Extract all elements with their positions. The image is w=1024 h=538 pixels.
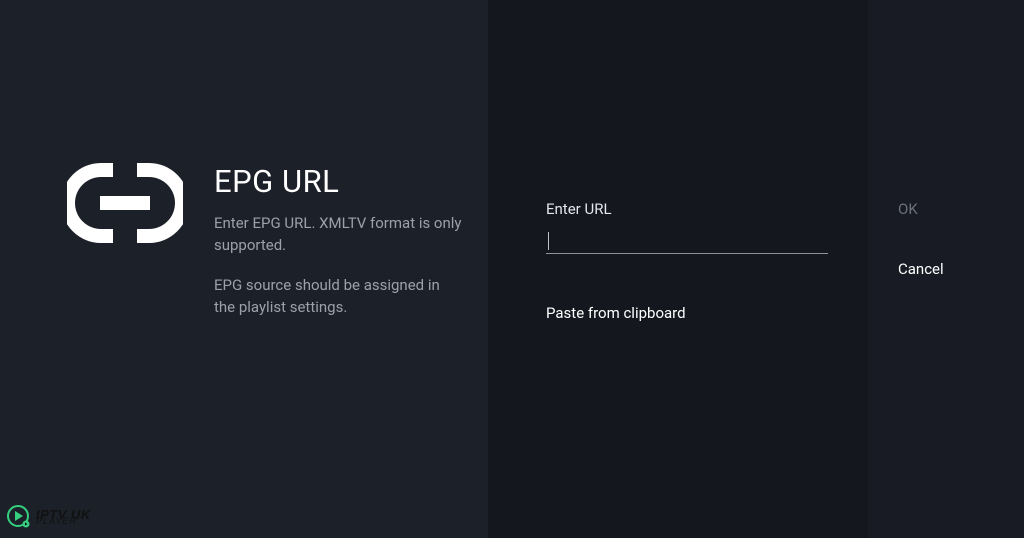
link-icon	[67, 163, 183, 243]
info-pane: EPG URL Enter EPG URL. XMLTV format is o…	[0, 0, 488, 538]
page-description-1: Enter EPG URL. XMLTV format is only supp…	[214, 212, 464, 256]
page-description-2: EPG source should be assigned in the pla…	[214, 274, 464, 318]
watermark-logo: IPTV UK PLAYER	[6, 504, 91, 530]
url-field-label: Enter URL	[546, 200, 612, 218]
text-cursor	[548, 232, 549, 250]
play-icon	[6, 504, 32, 530]
watermark-text-2: PLAYER	[36, 517, 91, 526]
page-title: EPG URL	[214, 163, 464, 200]
actions-pane: OK Cancel	[868, 0, 1024, 538]
cancel-button[interactable]: Cancel	[898, 260, 944, 278]
form-pane: Enter URL Paste from clipboard	[488, 0, 868, 538]
url-input[interactable]	[546, 226, 828, 254]
paste-from-clipboard-button[interactable]: Paste from clipboard	[546, 304, 686, 322]
ok-button[interactable]: OK	[898, 200, 918, 218]
